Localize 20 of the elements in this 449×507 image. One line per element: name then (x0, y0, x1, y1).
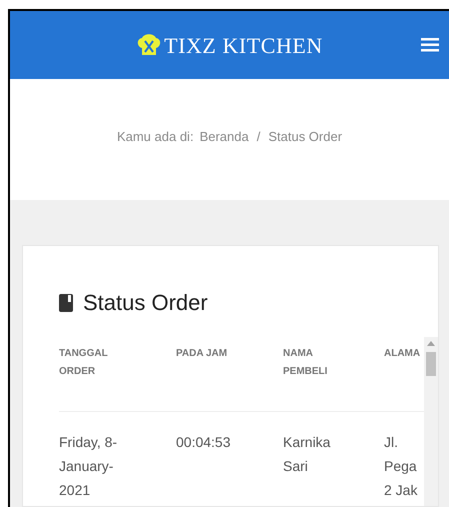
scrollbar-thumb[interactable] (426, 352, 436, 376)
card-title: Status Order (83, 289, 208, 317)
column-header: PADA JAM (176, 347, 228, 361)
table-cell-text: 00:04:53 (176, 433, 230, 452)
chef-hat-icon (136, 33, 162, 57)
column-header: TANGGAL ORDER (59, 347, 109, 379)
breadcrumb-link[interactable]: Beranda (200, 126, 249, 146)
breadcrumb-link[interactable]: Status Order (268, 126, 342, 146)
book-icon (59, 294, 73, 312)
table-cell-text: Jl. Pega 2 Jak (384, 433, 418, 500)
scroll-up-icon[interactable] (427, 341, 435, 346)
column-header: NAMA PEMBELI (283, 347, 328, 379)
breadcrumb-label: Kamu ada di: (116, 128, 194, 146)
scrollbar[interactable] (424, 337, 438, 506)
menu-icon[interactable] (421, 38, 439, 52)
table-cell-text: Karnika Sari (283, 433, 332, 476)
table-cell-text: Friday, 8-January-2021 (59, 433, 118, 500)
breadcrumb-separator: / (256, 128, 262, 146)
column-header: ALAMA (384, 347, 420, 361)
brand-name[interactable]: TIXZ KITCHEN (164, 28, 323, 62)
